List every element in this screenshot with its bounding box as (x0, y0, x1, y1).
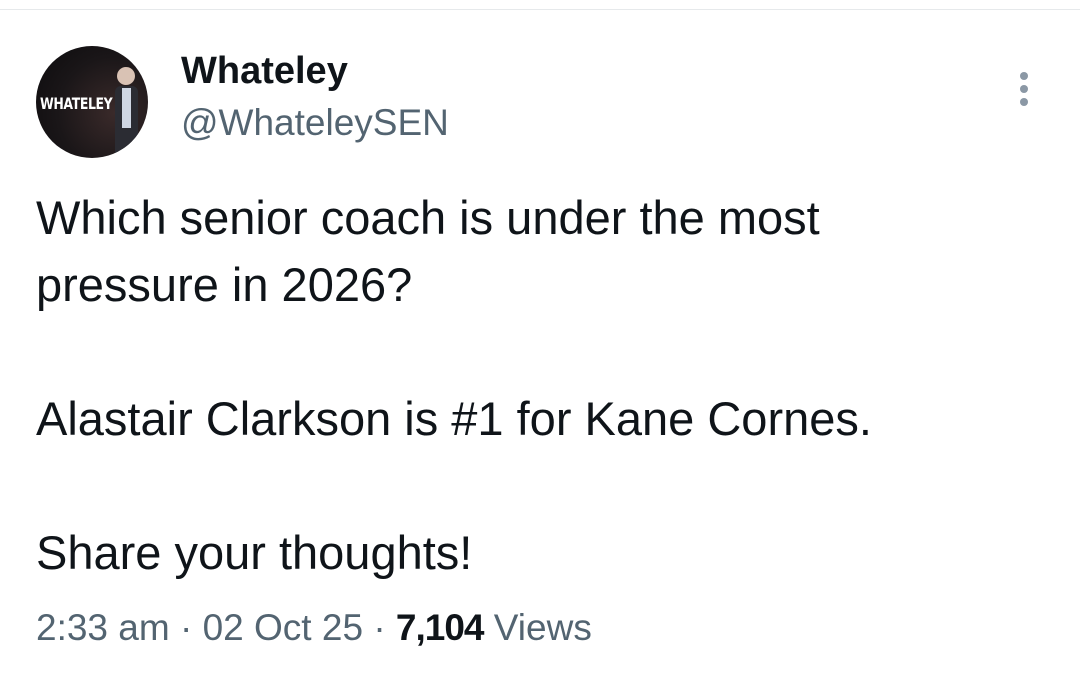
avatar[interactable]: WHATELEY (36, 46, 148, 158)
more-options-icon[interactable] (1008, 68, 1040, 110)
tweet-line: pressure in 2026? (36, 258, 413, 311)
avatar-logo-text: WHATELEY (40, 94, 113, 113)
tweet-text: Which senior coach is under the most pre… (36, 184, 1046, 586)
person-photo-icon (115, 67, 138, 158)
views-count[interactable]: 7,104 (396, 607, 485, 648)
tweet-line: Share your thoughts! (36, 526, 473, 579)
tweet-meta: 2:33 am · 02 Oct 25 · 7,104 Views (36, 605, 592, 651)
tweet-line: Alastair Clarkson is #1 for Kane Cornes. (36, 392, 872, 445)
more-dot (1020, 98, 1028, 106)
author-display-name[interactable]: Whateley (181, 48, 348, 94)
more-dot (1020, 72, 1028, 80)
tweet-line: Which senior coach is under the most (36, 191, 820, 244)
meta-separator: · (373, 607, 386, 648)
views-label: Views (493, 607, 592, 648)
tweet-date[interactable]: 02 Oct 25 (203, 607, 363, 648)
tweet-time[interactable]: 2:33 am (36, 607, 170, 648)
author-handle[interactable]: @WhateleySEN (181, 100, 449, 146)
top-divider (0, 0, 1080, 10)
meta-separator: · (179, 607, 193, 648)
more-dot (1020, 85, 1028, 93)
